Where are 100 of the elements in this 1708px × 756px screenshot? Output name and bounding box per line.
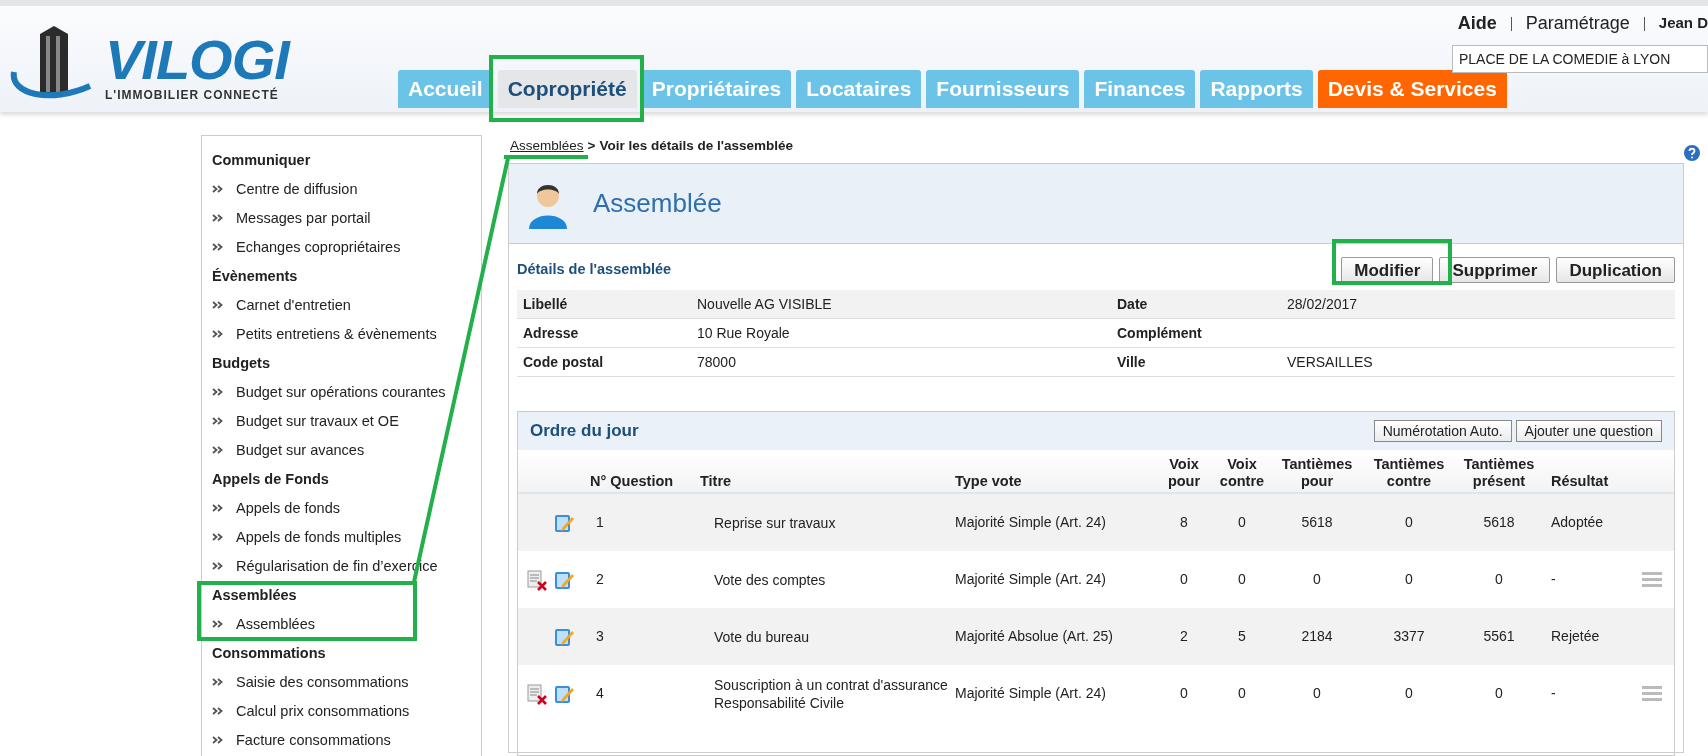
header-link[interactable]: Jean D bbox=[1658, 12, 1708, 35]
sidebar-heading: Appels de Fonds bbox=[212, 470, 330, 489]
sidebar-heading: Évènements bbox=[212, 267, 299, 286]
double-chevron-icon bbox=[212, 446, 224, 454]
column-header: Résultat bbox=[1550, 473, 1610, 490]
table-cell-text: - bbox=[1550, 570, 1557, 589]
sidebar-heading: Communiquer bbox=[212, 151, 312, 170]
table-cell-text: Majorité Simple (Art. 24) bbox=[955, 513, 1107, 532]
section-title: Détails de l'assemblée bbox=[517, 260, 672, 280]
table-cell-text: 5618 bbox=[1482, 513, 1516, 532]
table-cell-text: 0 bbox=[1237, 570, 1247, 589]
table-cell-text: 2 bbox=[595, 570, 605, 589]
table-cell-text: Adoptée bbox=[1550, 513, 1605, 532]
table-cell-text: 2184 bbox=[1300, 627, 1334, 646]
sidebar-link[interactable]: Facture consommations bbox=[236, 730, 391, 752]
sidebar-link[interactable]: Budget sur opérations courantes bbox=[236, 382, 446, 404]
sidebar-heading: Assemblées bbox=[212, 586, 298, 605]
breadcrumb-separator: > bbox=[587, 136, 596, 155]
table-cell-text: 0 bbox=[1312, 570, 1322, 589]
table-cell-text: - bbox=[1550, 684, 1557, 703]
table-cell-text: 8 bbox=[1179, 513, 1189, 532]
table-cell-text: 0 bbox=[1404, 570, 1414, 589]
action-button[interactable]: Duplication bbox=[1556, 257, 1675, 283]
drag-handle-icon[interactable] bbox=[1642, 570, 1662, 589]
field-value: Nouvelle AG VISIBLE bbox=[697, 294, 833, 314]
sidebar-link[interactable]: Carnet d'entretien bbox=[236, 295, 351, 317]
column-header: Type vote bbox=[955, 473, 1023, 490]
drag-handle-icon[interactable] bbox=[1642, 684, 1662, 703]
table-cell-text: 5618 bbox=[1300, 513, 1334, 532]
table-cell-text: Souscription à un contrat d'assurance Responsabilité Civile bbox=[713, 675, 949, 712]
action-button[interactable]: Ajouter une question bbox=[1515, 420, 1662, 442]
double-chevron-icon bbox=[212, 562, 224, 570]
sidebar-link[interactable]: Assemblées bbox=[236, 614, 315, 636]
field-label: Adresse bbox=[522, 323, 580, 343]
double-chevron-icon bbox=[212, 214, 224, 222]
table-cell-text: 1 bbox=[595, 513, 605, 532]
table-cell-text: Rejetée bbox=[1550, 627, 1601, 646]
field-label: Libellé bbox=[522, 294, 569, 314]
page-title: Assemblée bbox=[593, 187, 722, 220]
table-cell-text: 0 bbox=[1179, 684, 1189, 703]
sidebar-link[interactable]: Echanges copropriétaires bbox=[236, 237, 401, 259]
column-header: Voix pour bbox=[1166, 456, 1202, 490]
sidebar-link[interactable]: Appels de fonds multiples bbox=[236, 527, 402, 549]
breadcrumb-link[interactable]: Assemblées bbox=[510, 135, 584, 157]
table-cell-text: 2 bbox=[1179, 627, 1189, 646]
column-header: Tantièmes présent bbox=[1462, 456, 1536, 490]
header-link[interactable]: Paramétrage bbox=[1525, 10, 1630, 37]
table-cell-text: 0 bbox=[1312, 684, 1322, 703]
double-chevron-icon bbox=[212, 620, 224, 628]
section-title: Ordre du jour bbox=[530, 420, 639, 443]
sidebar-link[interactable]: Budget sur avances bbox=[236, 440, 365, 462]
delete-icon[interactable] bbox=[526, 568, 548, 591]
double-chevron-icon bbox=[212, 707, 224, 715]
table-cell-text: Majorité Simple (Art. 24) bbox=[955, 684, 1107, 703]
sidebar-link[interactable]: Calcul prix consommations bbox=[236, 701, 410, 723]
sidebar-heading: Budgets bbox=[212, 354, 271, 373]
residence-field[interactable]: PLACE DE LA COMEDIE à LYON bbox=[1452, 45, 1708, 73]
table-cell-text: 0 bbox=[1494, 570, 1504, 589]
logo-tagline: L'IMMOBILIER CONNECTÉ bbox=[105, 86, 280, 104]
table-cell-text: 5561 bbox=[1482, 627, 1516, 646]
table-cell-text: Vote du bureau bbox=[713, 627, 810, 646]
sidebar-link[interactable]: Appels de fonds bbox=[236, 498, 340, 520]
action-button[interactable]: Numérotation Auto. bbox=[1373, 420, 1512, 442]
table-cell-text: 0 bbox=[1404, 513, 1414, 532]
column-header: Titre bbox=[700, 473, 733, 490]
logo-wordmark: VILOGI bbox=[105, 34, 289, 86]
field-value: VERSAILLES bbox=[1287, 352, 1374, 372]
table-cell-text: 3377 bbox=[1392, 627, 1426, 646]
table-cell-text: 4 bbox=[595, 684, 605, 703]
double-chevron-icon bbox=[212, 736, 224, 744]
delete-icon[interactable] bbox=[526, 682, 548, 705]
field-label: Code postal bbox=[522, 352, 605, 372]
action-button[interactable]: Modifier bbox=[1341, 257, 1434, 283]
table-cell-text: 0 bbox=[1494, 684, 1504, 703]
table-cell-text: 0 bbox=[1237, 684, 1247, 703]
table-cell-text: 3 bbox=[595, 627, 605, 646]
field-label: Ville bbox=[1116, 352, 1147, 372]
double-chevron-icon bbox=[212, 185, 224, 193]
column-header: Voix contre bbox=[1218, 456, 1266, 490]
sidebar-link[interactable]: Budget sur travaux et OE bbox=[236, 411, 399, 433]
help-icon[interactable] bbox=[1684, 145, 1700, 161]
table-cell-text: 0 bbox=[1179, 570, 1189, 589]
action-button[interactable]: Supprimer bbox=[1439, 257, 1551, 283]
nav-tab[interactable]: Copropriété bbox=[497, 70, 637, 108]
column-header: Tantièmes pour bbox=[1280, 456, 1354, 490]
sidebar-link[interactable]: Centre de diffusion bbox=[236, 179, 358, 201]
double-chevron-icon bbox=[212, 388, 224, 396]
sidebar-link[interactable]: Saisie des consommations bbox=[236, 672, 409, 694]
column-header: N° Question bbox=[590, 473, 675, 490]
header-link[interactable]: Aide bbox=[1457, 10, 1497, 37]
double-chevron-icon bbox=[212, 678, 224, 686]
sidebar-link[interactable]: Messages par portail bbox=[236, 208, 371, 230]
sidebar-link[interactable]: Petits entretiens & évènements bbox=[236, 324, 437, 346]
double-chevron-icon bbox=[212, 301, 224, 309]
table-cell-text: 0 bbox=[1237, 513, 1247, 532]
column-header: Tantièmes contre bbox=[1372, 456, 1446, 490]
double-chevron-icon bbox=[212, 243, 224, 251]
double-chevron-icon bbox=[212, 330, 224, 338]
breadcrumb-current: Voir les détails de l'assemblée bbox=[599, 136, 793, 155]
table-cell-text: Majorité Absolue (Art. 25) bbox=[955, 627, 1114, 646]
